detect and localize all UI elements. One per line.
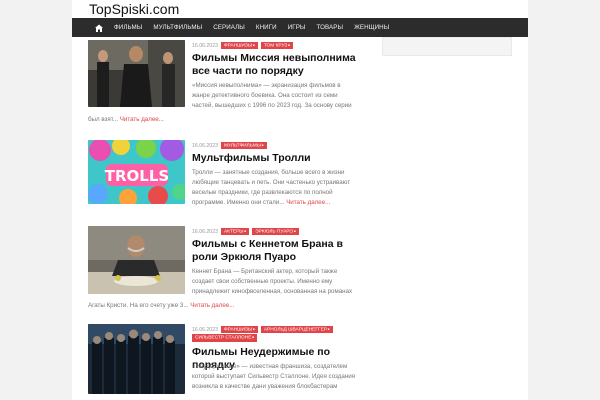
excerpt-line: создает свои собственные проекты. Именно… [192, 278, 333, 285]
post-thumbnail[interactable] [88, 40, 185, 107]
excerpt-line: «Неудержимые» — известная франшиза, созд… [192, 363, 348, 370]
post-date: 16.06.2023 [192, 142, 218, 149]
main-nav: ФИЛЬМЫ МУЛЬТФИЛЬМЫ СЕРИАЛЫ КНИГИ ИГРЫ ТО… [72, 18, 528, 37]
post-title[interactable]: Фильмы Миссия невыполнима все части по п… [192, 52, 364, 78]
post-tag[interactable]: МУЛЬТФИЛЬМЫ [220, 142, 267, 150]
excerpt-line: веселые праздники, где развлекаются по п… [192, 189, 333, 196]
post-tag[interactable]: ЭРКЮЛЬ ПУАРО [252, 228, 299, 236]
post-tag[interactable]: ТОМ КРУЗ [260, 42, 293, 50]
excerpt-line: принадлежит кинофвселенная, основанная н… [192, 288, 353, 295]
post-tag[interactable]: СИЛЬВЕСТР СТАЛЛОНЕ [192, 334, 258, 342]
post-tag[interactable]: ФРАНШИЗЫ [220, 326, 258, 334]
excerpt-line: жанре детективного боевика. Она состоит … [192, 92, 338, 99]
excerpt-line: которой выступает Сильвестр Сталлоне. Ид… [192, 373, 356, 380]
post-excerpt: «Неудержимые» — известная франшиза, созд… [192, 362, 364, 392]
post-card: 16.06.2023 АКТЕРЫ ЭРКЮЛЬ ПУАРО Фильмы с … [88, 226, 366, 316]
nav-item-films[interactable]: ФИЛЬМЫ [114, 24, 142, 31]
post-thumbnail[interactable]: TROLLS [88, 140, 185, 204]
post-card: TROLLS 16.06.2023 МУЛЬТФИЛЬМЫ Мультфильм… [88, 140, 366, 210]
post-card: 16.06.2023 ФРАНШИЗЫ АРНОЛЬД ШВАРЦЕНЕГГЕР… [88, 324, 366, 400]
sidebar-widget [382, 37, 512, 56]
excerpt-tail-text: Агаты Кристи. На его счету уже 3... [88, 302, 189, 309]
excerpt-line: любящие танцевать и петь. Они частенько … [192, 179, 351, 186]
nav-item-goods[interactable]: ТОВАРЫ [317, 24, 344, 31]
post-meta: 16.06.2023 АКТЕРЫ ЭРКЮЛЬ ПУАРО [192, 228, 362, 236]
post-meta: 16.06.2023 МУЛЬТФИЛЬМЫ [192, 142, 362, 150]
post-excerpt: «Миссия невыполнима» — экранизация фильм… [192, 81, 364, 111]
page-container: TopSpiski.com ФИЛЬМЫ МУЛЬТФИЛЬМЫ СЕРИАЛЫ… [72, 0, 528, 400]
post-date: 16.06.2023 [192, 228, 218, 235]
svg-text:TROLLS: TROLLS [105, 167, 169, 185]
post-date: 16.06.2023 [192, 42, 218, 49]
home-icon[interactable] [94, 23, 104, 33]
nav-item-series[interactable]: СЕРИАЛЫ [213, 24, 245, 31]
site-title[interactable]: TopSpiski.com [89, 1, 179, 17]
post-tag[interactable]: АКТЕРЫ [220, 228, 250, 236]
post-excerpt-tail: Агаты Кристи. На его счету уже 3... Чита… [88, 301, 364, 311]
excerpt-line: «Миссия невыполнима» — экранизация фильм… [192, 82, 341, 89]
nav-item-games[interactable]: ИГРЫ [288, 24, 306, 31]
excerpt-line: Кеннет Брана — Британский актер, который… [192, 268, 338, 275]
post-tag[interactable]: АРНОЛЬД ШВАРЦЕНЕГГЕР [260, 326, 333, 334]
excerpt-line: программе. Именно они стали... [192, 199, 285, 206]
read-more-link[interactable]: Читать далее... [286, 199, 330, 206]
post-card: 16.06.2023 ФРАНШИЗЫ ТОМ КРУЗ Фильмы Мисс… [88, 40, 366, 130]
post-meta: 16.06.2023 ФРАНШИЗЫ ТОМ КРУЗ [192, 42, 362, 50]
post-tag[interactable]: ФРАНШИЗЫ [220, 42, 258, 50]
excerpt-line: частей, вышедших с 1996 по 2023 год. За … [192, 102, 352, 109]
nav-item-cartoons[interactable]: МУЛЬТФИЛЬМЫ [153, 24, 202, 31]
excerpt-line: Тролли — занятные создания, больше всего… [192, 169, 345, 176]
read-more-link[interactable]: Читать далее... [190, 302, 234, 309]
post-title[interactable]: Мультфильмы Тролли [192, 152, 364, 165]
excerpt-line: возникла в качестве дани уважения блокба… [192, 383, 338, 390]
post-thumbnail[interactable] [88, 324, 185, 394]
post-date: 16.06.2023 [192, 326, 218, 333]
excerpt-tail-text: был взят... [88, 116, 119, 123]
post-title[interactable]: Фильмы с Кеннетом Брана в роли Эркюля Пу… [192, 238, 364, 264]
post-meta: 16.06.2023 ФРАНШИЗЫ АРНОЛЬД ШВАРЦЕНЕГГЕР… [192, 326, 362, 342]
nav-item-books[interactable]: КНИГИ [256, 24, 277, 31]
read-more-link[interactable]: Читать далее... [120, 116, 164, 123]
post-excerpt: Кеннет Брана — Британский актер, который… [192, 267, 364, 297]
post-excerpt-tail: был взят... Читать далее... [88, 115, 364, 125]
post-thumbnail[interactable] [88, 226, 185, 294]
post-excerpt: Тролли — занятные создания, больше всего… [192, 168, 364, 208]
nav-item-women[interactable]: ЖЕНЩИНЫ [354, 24, 389, 31]
